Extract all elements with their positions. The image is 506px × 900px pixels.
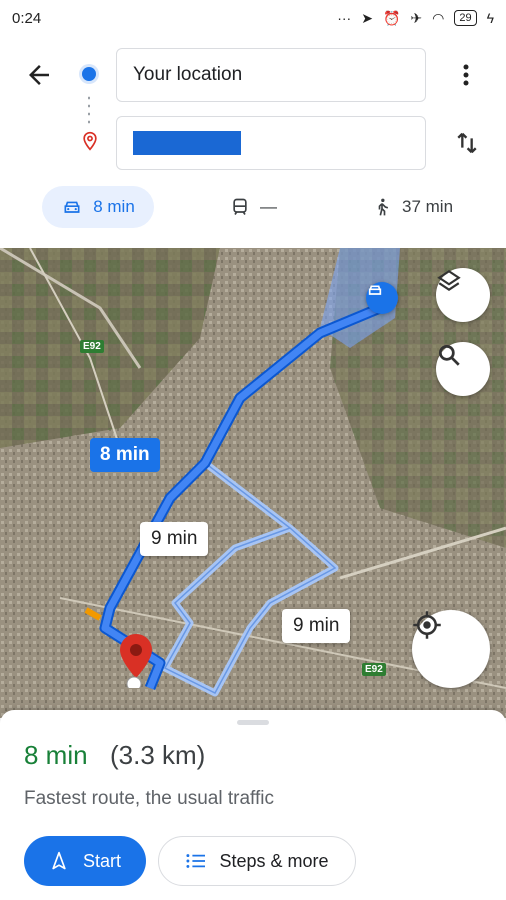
walk-icon <box>378 198 389 216</box>
mode-transit-time: — <box>260 197 277 216</box>
destination-pin-icon <box>116 632 156 688</box>
location-arrow-icon: ➤ <box>361 9 373 26</box>
back-arrow-icon[interactable] <box>24 60 54 90</box>
origin-input-value: Your location <box>133 64 243 85</box>
search-button[interactable] <box>436 342 490 396</box>
more-dots-icon: ··· <box>337 10 352 26</box>
route-time-label-alt2[interactable]: 9 min <box>282 609 351 643</box>
start-button-label: Start <box>82 850 121 871</box>
route-time-label-main[interactable]: 8 min <box>90 438 160 472</box>
layers-button[interactable] <box>436 268 490 322</box>
mode-driving[interactable]: 8 min <box>42 186 154 228</box>
travel-mode-tabs: 8 min — 37 min <box>0 186 506 232</box>
charging-icon: ϟ <box>486 10 494 26</box>
route-connector <box>88 94 90 126</box>
directions-header: Your location 8 min — 37 min <box>0 36 506 232</box>
start-car-marker <box>366 282 398 314</box>
battery-level: 29 <box>459 12 472 24</box>
destination-input[interactable] <box>116 116 426 170</box>
wifi-icon: ◠ <box>432 9 445 26</box>
route-description: Fastest route, the usual traffic <box>24 788 274 809</box>
route-time-label-alt1[interactable]: 9 min <box>140 522 209 556</box>
more-vertical-icon[interactable] <box>454 60 478 90</box>
car-icon <box>64 201 80 213</box>
list-icon <box>186 854 206 868</box>
alarm-icon: ⏰ <box>382 9 401 26</box>
destination-pin-icon <box>80 129 100 153</box>
mode-driving-time: 8 min <box>93 197 135 216</box>
navigation-arrow-icon <box>52 851 66 870</box>
status-icons: ··· ➤ ⏰ ✈ ◠ 29 ϟ <box>337 10 494 27</box>
my-location-icon <box>413 611 441 639</box>
route-eta: 8 min <box>24 740 88 770</box>
route-details-sheet[interactable]: 8 min (3.3 km) Fastest route, the usual … <box>0 710 506 900</box>
sheet-drag-handle[interactable] <box>237 720 269 725</box>
airplane-icon: ✈ <box>410 9 423 26</box>
mode-walking[interactable]: 37 min <box>372 186 453 228</box>
status-time: 0:24 <box>12 9 42 27</box>
battery-indicator: 29 <box>454 10 477 26</box>
origin-input[interactable]: Your location <box>116 48 426 102</box>
origin-dot-icon <box>82 67 96 81</box>
road-tag: E92 <box>80 340 104 353</box>
destination-redacted-value <box>133 131 241 155</box>
start-button[interactable]: Start <box>24 836 146 886</box>
train-icon <box>233 198 247 215</box>
road-tag: E92 <box>362 663 386 676</box>
steps-more-label: Steps & more <box>219 850 329 871</box>
map-view[interactable]: 8 min 9 min 9 min E92 E92 <box>0 248 506 718</box>
car-icon <box>368 285 382 295</box>
status-bar: 0:24 ··· ➤ ⏰ ✈ ◠ 29 ϟ <box>0 0 506 36</box>
search-icon <box>438 344 460 366</box>
mode-walking-time: 37 min <box>402 197 454 216</box>
swap-icon[interactable] <box>452 128 482 158</box>
steps-more-button[interactable]: Steps & more <box>158 836 356 886</box>
mode-transit[interactable]: — <box>230 186 277 228</box>
my-location-button[interactable] <box>412 610 490 688</box>
layers-icon <box>437 269 461 291</box>
route-distance: (3.3 km) <box>110 740 206 770</box>
